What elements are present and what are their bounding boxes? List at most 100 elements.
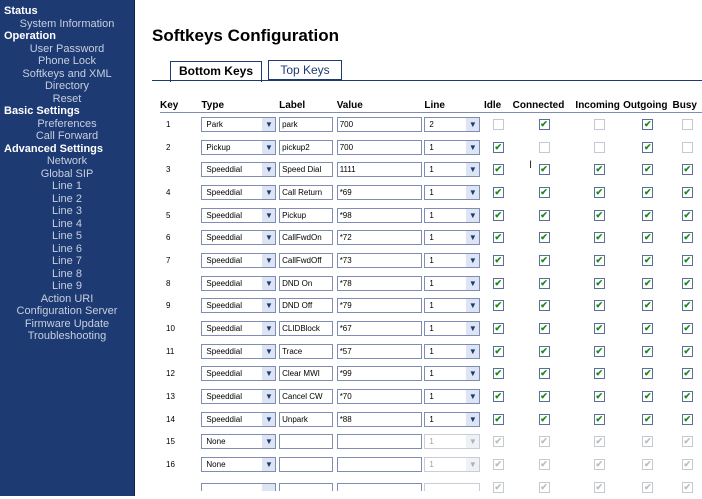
value-input[interactable]: *67 — [337, 321, 422, 336]
outgoing-checkbox[interactable]: ✔ — [642, 368, 653, 379]
idle-checkbox[interactable]: ✔ — [493, 346, 504, 357]
sidebar-item-3-1[interactable]: Global SIP — [0, 168, 134, 180]
sidebar-item-3-9[interactable]: Line 8 — [0, 268, 134, 280]
label-input[interactable]: pickup2 — [279, 140, 333, 155]
idle-checkbox[interactable]: ✔ — [493, 210, 504, 221]
type-select[interactable]: None▼ — [201, 457, 276, 472]
type-select[interactable]: Pickup▼ — [201, 140, 276, 155]
line-select[interactable]: 1▼ — [424, 389, 480, 404]
connected-checkbox[interactable]: ✔ — [539, 391, 550, 402]
type-select[interactable]: None▼ — [201, 434, 276, 449]
sidebar-item-3-8[interactable]: Line 7 — [0, 255, 134, 267]
line-select[interactable]: 1▼ — [424, 230, 480, 245]
busy-checkbox[interactable]: ✔ — [682, 164, 693, 175]
sidebar-item-1-0[interactable]: User Password — [0, 43, 134, 55]
busy-checkbox[interactable]: ✔ — [682, 278, 693, 289]
type-select[interactable]: Speeddial▼ — [201, 276, 276, 291]
sidebar-item-1-2[interactable]: Softkeys and XML — [0, 68, 134, 80]
value-input[interactable]: *57 — [337, 344, 422, 359]
outgoing-checkbox[interactable]: ✔ — [642, 255, 653, 266]
tab-bottom-keys[interactable]: Bottom Keys — [170, 61, 262, 82]
value-input[interactable]: *73 — [337, 253, 422, 268]
idle-checkbox[interactable]: ✔ — [493, 368, 504, 379]
outgoing-checkbox[interactable]: ✔ — [642, 414, 653, 425]
incoming-checkbox[interactable]: ✔ — [594, 232, 605, 243]
sidebar-item-3-7[interactable]: Line 6 — [0, 243, 134, 255]
type-select[interactable]: Speeddial▼ — [201, 321, 276, 336]
idle-checkbox[interactable]: ✔ — [493, 164, 504, 175]
type-select[interactable]: Speeddial▼ — [201, 389, 276, 404]
label-input[interactable] — [279, 483, 333, 491]
connected-checkbox[interactable]: ✔ — [539, 414, 550, 425]
incoming-checkbox[interactable]: ✔ — [594, 391, 605, 402]
busy-checkbox[interactable]: ✔ — [682, 368, 693, 379]
type-select[interactable]: Speeddial▼ — [201, 208, 276, 223]
sidebar-item-3-10[interactable]: Line 9 — [0, 280, 134, 292]
sidebar-item-3-4[interactable]: Line 3 — [0, 205, 134, 217]
sidebar-item-3-11[interactable]: Action URI — [0, 293, 134, 305]
outgoing-checkbox[interactable]: ✔ — [642, 164, 653, 175]
line-select[interactable]: 1▼ — [424, 185, 480, 200]
value-input[interactable] — [337, 457, 422, 472]
outgoing-checkbox[interactable]: ✔ — [642, 346, 653, 357]
sidebar-item-3-6[interactable]: Line 5 — [0, 230, 134, 242]
value-input[interactable]: *69 — [337, 185, 422, 200]
type-select[interactable]: Speeddial▼ — [201, 298, 276, 313]
incoming-checkbox[interactable]: ✔ — [594, 164, 605, 175]
idle-checkbox[interactable]: ✔ — [493, 142, 504, 153]
idle-checkbox[interactable]: ✔ — [493, 300, 504, 311]
sidebar-item-3-14[interactable]: Troubleshooting — [0, 330, 134, 342]
line-select[interactable]: 1▼ — [424, 162, 480, 177]
idle-checkbox[interactable]: ✔ — [493, 391, 504, 402]
incoming-checkbox[interactable]: ✔ — [594, 187, 605, 198]
type-select[interactable]: Speeddial▼ — [201, 185, 276, 200]
incoming-checkbox[interactable]: ✔ — [594, 278, 605, 289]
busy-checkbox[interactable]: ✔ — [682, 414, 693, 425]
sidebar-item-1-3[interactable]: Directory — [0, 80, 134, 92]
tab-top-keys[interactable]: Top Keys — [268, 60, 342, 80]
label-input[interactable] — [279, 457, 333, 472]
line-select[interactable]: 1▼ — [424, 298, 480, 313]
incoming-checkbox[interactable]: ✔ — [594, 346, 605, 357]
line-select[interactable]: 1▼ — [424, 208, 480, 223]
sidebar-section-1[interactable]: Operation — [0, 30, 134, 42]
busy-checkbox[interactable]: ✔ — [682, 323, 693, 334]
type-select[interactable]: Speeddial▼ — [201, 253, 276, 268]
idle-checkbox[interactable]: ✔ — [493, 323, 504, 334]
sidebar-item-1-4[interactable]: Reset — [0, 93, 134, 105]
label-input[interactable]: CLIDBlock — [279, 321, 333, 336]
sidebar-item-3-3[interactable]: Line 2 — [0, 193, 134, 205]
line-select[interactable]: 2▼ — [424, 117, 480, 132]
type-select[interactable] — [201, 483, 276, 491]
incoming-checkbox[interactable]: ✔ — [594, 414, 605, 425]
type-select[interactable]: Speeddial▼ — [201, 230, 276, 245]
value-input[interactable]: *78 — [337, 276, 422, 291]
sidebar-item-0-0[interactable]: System Information — [0, 18, 134, 30]
outgoing-checkbox[interactable]: ✔ — [642, 210, 653, 221]
outgoing-checkbox[interactable]: ✔ — [642, 187, 653, 198]
incoming-checkbox[interactable]: ✔ — [594, 368, 605, 379]
value-input[interactable]: *88 — [337, 412, 422, 427]
sidebar-item-1-1[interactable]: Phone Lock — [0, 55, 134, 67]
connected-checkbox[interactable]: ✔ — [539, 300, 550, 311]
type-select[interactable]: Speeddial▼ — [201, 344, 276, 359]
connected-checkbox[interactable]: ✔ — [539, 323, 550, 334]
type-select[interactable]: Speeddial▼ — [201, 366, 276, 381]
line-select[interactable]: 1▼ — [424, 412, 480, 427]
label-input[interactable]: DND On — [279, 276, 333, 291]
label-input[interactable]: CallFwdOn — [279, 230, 333, 245]
sidebar-item-3-5[interactable]: Line 4 — [0, 218, 134, 230]
sidebar-item-3-2[interactable]: Line 1 — [0, 180, 134, 192]
idle-checkbox[interactable]: ✔ — [493, 414, 504, 425]
label-input[interactable]: Cancel CW — [279, 389, 333, 404]
line-select[interactable]: 1▼ — [424, 344, 480, 359]
label-input[interactable]: Call Return — [279, 185, 333, 200]
line-select[interactable]: 1▼ — [424, 276, 480, 291]
value-input[interactable]: 700 — [337, 117, 422, 132]
type-select[interactable]: Speeddial▼ — [201, 162, 276, 177]
sidebar-item-3-12[interactable]: Configuration Server — [0, 305, 134, 317]
label-input[interactable]: Pickup — [279, 208, 333, 223]
incoming-checkbox[interactable]: ✔ — [594, 323, 605, 334]
label-input[interactable]: park — [279, 117, 333, 132]
idle-checkbox[interactable]: ✔ — [493, 232, 504, 243]
